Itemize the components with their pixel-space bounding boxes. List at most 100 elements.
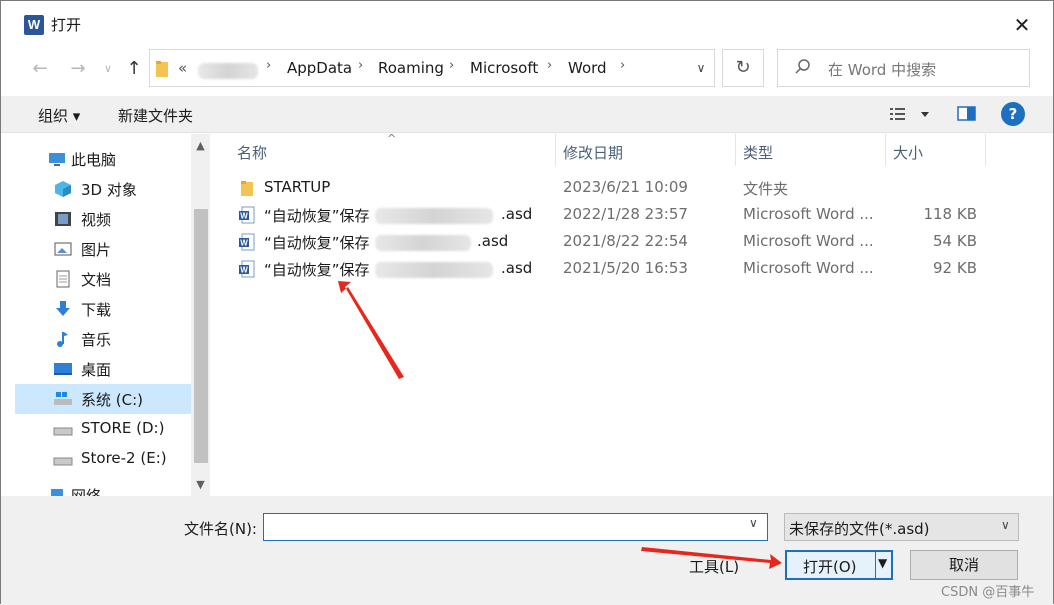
scroll-down-chevron-icon[interactable]: ▼ xyxy=(191,474,210,496)
navigation-pane[interactable]: 此电脑 3D 对象 视频 图片 文档 下载 音乐 桌面 系统 (C:) STOR… xyxy=(15,134,191,496)
nav-scrollbar-thumb[interactable] xyxy=(194,209,208,463)
organize-menu-button[interactable]: 组织 ▾ xyxy=(38,105,80,126)
filetype-chevron-icon: ∨ xyxy=(1001,518,1010,532)
nav-item-videos[interactable]: 视频 xyxy=(15,204,191,234)
preview-pane-button[interactable] xyxy=(956,104,978,124)
breadcrumb-separator-icon[interactable]: › xyxy=(449,58,454,73)
filename-dropdown-chevron-icon[interactable]: ∨ xyxy=(749,516,758,530)
up-arrow-icon[interactable]: ↑ xyxy=(122,58,146,80)
nav-item-network[interactable]: 网络 xyxy=(15,480,191,496)
breadcrumb-separator-icon[interactable]: › xyxy=(266,58,271,73)
back-arrow-icon[interactable]: ← xyxy=(28,58,52,80)
folder-icon xyxy=(241,181,253,196)
forward-arrow-icon[interactable]: → xyxy=(66,58,90,80)
word-doc-icon: W xyxy=(239,206,255,224)
help-icon[interactable]: ? xyxy=(1001,102,1025,126)
filename-label: 文件名(N): xyxy=(184,520,257,538)
redacted-username xyxy=(198,63,258,79)
filename-input[interactable] xyxy=(263,513,768,541)
scroll-up-chevron-icon[interactable]: ▲ xyxy=(191,135,210,157)
nav-item-3d-objects[interactable]: 3D 对象 xyxy=(15,174,191,204)
breadcrumb-separator-icon[interactable]: › xyxy=(358,58,363,73)
svg-text:W: W xyxy=(240,212,248,221)
column-header-type[interactable]: 类型 xyxy=(743,142,773,163)
cube-3d-icon xyxy=(55,181,71,197)
open-dropdown-arrow-icon[interactable]: ▼ xyxy=(878,556,887,570)
desktop-icon xyxy=(54,363,72,375)
watermark: CSDN @百事牛 xyxy=(941,585,1035,600)
breadcrumb-separator-icon[interactable]: › xyxy=(547,58,552,73)
windows-drive-icon xyxy=(54,392,72,405)
column-header-size[interactable]: 大小 xyxy=(893,142,923,163)
redacted-filename xyxy=(375,262,493,278)
breadcrumb-word[interactable]: Word xyxy=(568,59,607,77)
open-button-label: 打开(O) xyxy=(803,558,857,576)
address-dropdown-chevron-icon[interactable]: ∨ xyxy=(687,49,715,87)
nav-item-documents[interactable]: 文档 xyxy=(15,264,191,294)
column-divider[interactable] xyxy=(555,134,556,166)
column-header-date[interactable]: 修改日期 xyxy=(563,142,623,163)
dialog-footer: 文件名(N): ∨ 未保存的文件(*.asd) ∨ 工具(L) 打开(O) ▼ … xyxy=(1,496,1053,605)
dialog-title: 打开 xyxy=(51,16,82,34)
tools-menu-button[interactable]: 工具(L) xyxy=(689,556,739,577)
document-icon xyxy=(56,270,70,288)
word-app-icon: W xyxy=(24,15,44,35)
details-view-icon xyxy=(890,108,929,120)
breadcrumb-overflow[interactable]: « xyxy=(178,59,187,77)
close-button[interactable]: ✕ xyxy=(1006,12,1038,38)
search-placeholder: 在 Word 中搜索 xyxy=(828,61,937,79)
breadcrumb-separator-icon[interactable]: › xyxy=(620,58,625,73)
film-icon xyxy=(55,212,71,226)
file-row-startup[interactable]: STARTUP 2023/6/21 10:09 文件夹 xyxy=(237,175,1037,201)
address-bar[interactable]: « › AppData › Roaming › Microsoft › Word… xyxy=(149,49,715,87)
preview-pane-icon xyxy=(957,106,976,121)
cancel-button[interactable]: 取消 xyxy=(910,550,1018,580)
file-row-autorecover-3[interactable]: W “自动恢复”保存 .asd 2021/5/20 16:53 Microsof… xyxy=(237,256,1037,282)
column-header-name[interactable]: 名称 xyxy=(237,142,267,163)
svg-text:W: W xyxy=(240,266,248,275)
recent-locations-chevron-icon[interactable]: ∨ xyxy=(96,58,120,80)
refresh-icon[interactable]: ↻ xyxy=(722,49,764,87)
file-list[interactable]: ^ 名称 修改日期 类型 大小 STARTUP 2023/6/21 10:09 … xyxy=(215,132,1053,496)
nav-item-this-pc[interactable]: 此电脑 xyxy=(15,144,191,174)
file-row-autorecover-1[interactable]: W “自动恢复”保存 .asd 2022/1/28 23:57 Microsof… xyxy=(237,202,1037,228)
view-options-button[interactable] xyxy=(888,103,936,125)
breadcrumb-appdata[interactable]: AppData xyxy=(287,59,352,77)
open-button[interactable]: 打开(O) ▼ xyxy=(785,550,893,580)
nav-item-music[interactable]: 音乐 xyxy=(15,324,191,354)
column-divider[interactable] xyxy=(885,134,886,166)
drive-icon xyxy=(53,427,73,436)
column-divider[interactable] xyxy=(735,134,736,166)
download-arrow-icon xyxy=(56,301,70,316)
filetype-select[interactable]: 未保存的文件(*.asd) ∨ xyxy=(784,513,1019,541)
title-bar: W 打开 ✕ xyxy=(1,1,1053,47)
breadcrumb-roaming[interactable]: Roaming xyxy=(378,59,444,77)
command-toolbar: 组织 ▾ 新建文件夹 ? xyxy=(1,96,1053,133)
file-row-autorecover-2[interactable]: W “自动恢复”保存 .asd 2021/8/22 22:54 Microsof… xyxy=(237,229,1037,255)
computer-icon xyxy=(49,153,65,166)
redacted-filename xyxy=(375,235,471,251)
nav-item-downloads[interactable]: 下载 xyxy=(15,294,191,324)
nav-item-store-d[interactable]: STORE (D:) xyxy=(15,414,191,444)
folder-icon xyxy=(156,61,168,77)
filetype-value: 未保存的文件(*.asd) xyxy=(789,520,930,538)
search-box[interactable]: 在 Word 中搜索 xyxy=(777,49,1030,87)
drive-icon xyxy=(53,457,73,466)
split-divider xyxy=(875,552,876,578)
svg-text:W: W xyxy=(240,239,248,248)
picture-icon xyxy=(54,242,72,256)
nav-item-desktop[interactable]: 桌面 xyxy=(15,354,191,384)
network-icon xyxy=(51,489,63,496)
nav-item-system-c[interactable]: 系统 (C:) xyxy=(15,384,191,414)
nav-item-pictures[interactable]: 图片 xyxy=(15,234,191,264)
music-note-icon xyxy=(57,332,68,347)
breadcrumb-microsoft[interactable]: Microsoft xyxy=(470,59,538,77)
sort-ascending-icon: ^ xyxy=(387,132,397,145)
word-doc-icon: W xyxy=(239,260,255,278)
redacted-filename xyxy=(375,208,493,224)
word-doc-icon: W xyxy=(239,233,255,251)
column-divider[interactable] xyxy=(985,134,986,166)
nav-item-store-2-e[interactable]: Store-2 (E:) xyxy=(15,444,191,474)
new-folder-button[interactable]: 新建文件夹 xyxy=(118,105,193,126)
search-icon xyxy=(795,59,810,74)
